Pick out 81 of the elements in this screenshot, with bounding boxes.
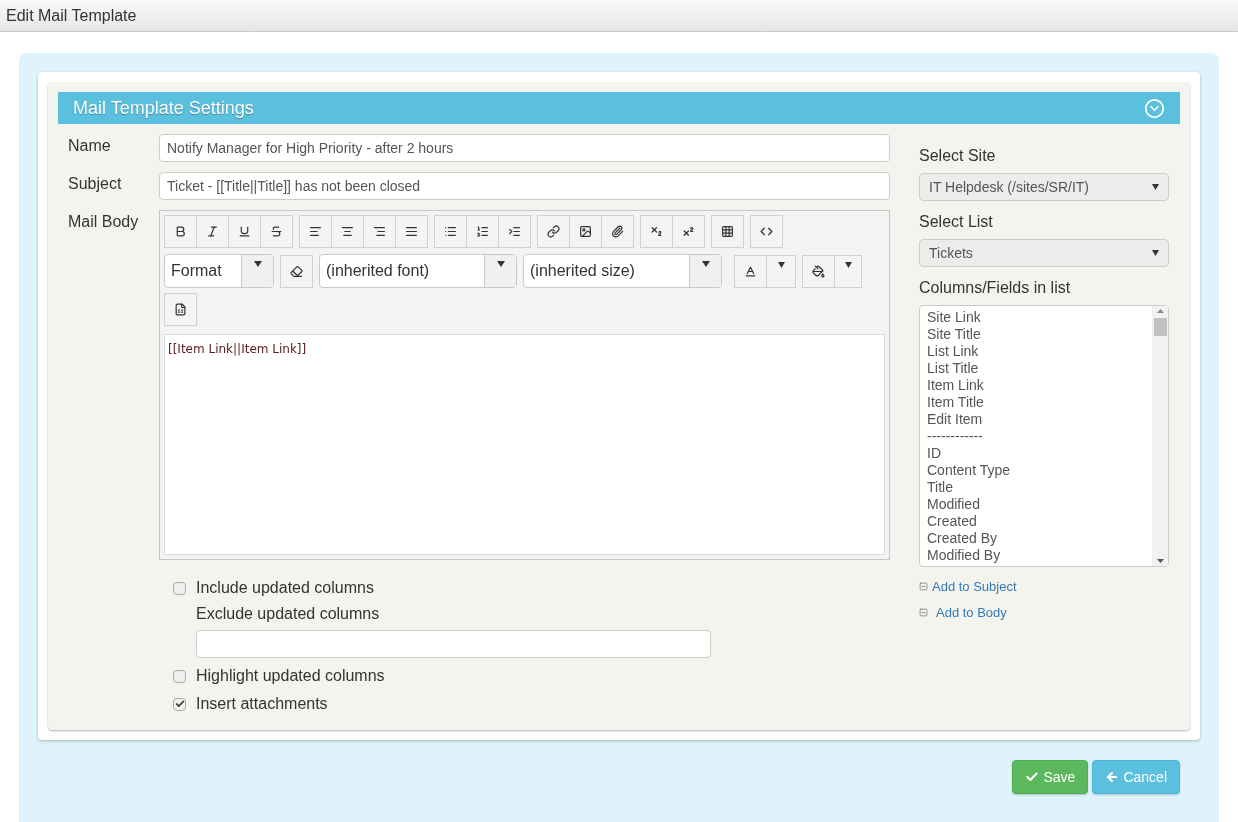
list-option[interactable]: Item Title <box>927 394 1152 411</box>
caret-icon <box>1152 184 1159 190</box>
field-label: Mail Body <box>68 212 140 232</box>
font-dropdown[interactable]: (inherited font) <box>319 254 517 288</box>
list-option[interactable]: Title <box>927 479 1152 496</box>
text-field[interactable] <box>196 630 711 658</box>
text-color-icon[interactable] <box>734 254 767 288</box>
text-color-dropdown[interactable] <box>766 254 796 288</box>
checkbox[interactable] <box>173 581 186 595</box>
list-option[interactable]: Site Title <box>927 326 1152 343</box>
list-option[interactable]: List Title <box>927 360 1152 377</box>
align-right-icon[interactable] <box>363 215 396 248</box>
checkbox-label: Highlight updated columns <box>196 666 385 686</box>
caret-icon <box>1152 250 1159 256</box>
checkbox-label: Include updated columns <box>196 578 374 598</box>
list-option[interactable]: ID <box>927 445 1152 462</box>
list-option[interactable]: Modified <box>927 496 1152 513</box>
strikethrough-icon[interactable] <box>260 215 293 248</box>
body-text: [[Item Link||Item Link]] <box>168 342 307 356</box>
field-label: Select Site <box>919 146 997 166</box>
list-option[interactable]: Content Type <box>927 462 1152 479</box>
list-option[interactable]: List Link <box>927 343 1152 360</box>
check-icon <box>1025 770 1040 784</box>
paint-bucket-icon[interactable] <box>802 254 835 288</box>
checkbox-label: Insert attachments <box>196 694 328 714</box>
bullet-list-icon[interactable] <box>434 215 467 248</box>
editor-body[interactable]: [[Item Link||Item Link]] <box>164 334 885 555</box>
spreadsheet-icon[interactable] <box>164 293 197 326</box>
numbered-list-icon[interactable] <box>466 215 499 248</box>
highlight-color-dropdown[interactable] <box>834 254 862 288</box>
site-select[interactable]: IT Helpdesk (/sites/SR/IT) <box>919 173 1169 201</box>
page-title: Edit Mail Template <box>6 5 137 26</box>
minus-square-icon <box>919 582 928 592</box>
list-option[interactable]: Created <box>927 513 1152 530</box>
caret-icon <box>496 261 505 267</box>
table-icon[interactable] <box>711 215 744 248</box>
scroll-thumb[interactable] <box>1153 318 1167 336</box>
caret-icon <box>844 261 852 268</box>
minus-square-icon <box>919 607 928 617</box>
scrollbar[interactable] <box>1152 306 1168 566</box>
add-link[interactable]: Add to Subject <box>932 577 1017 597</box>
format-dropdown[interactable]: Format <box>164 254 274 288</box>
scroll-down-arrow-icon[interactable] <box>1156 559 1164 563</box>
indent-icon[interactable] <box>498 215 531 248</box>
eraser-icon[interactable] <box>280 254 313 288</box>
superscript-icon[interactable] <box>672 215 705 248</box>
italic-icon[interactable] <box>196 215 229 248</box>
paperclip-icon[interactable] <box>601 215 634 248</box>
link-icon[interactable] <box>537 215 570 248</box>
panel-title: Mail Template Settings <box>73 96 254 120</box>
align-center-icon[interactable] <box>331 215 364 248</box>
align-justify-icon[interactable] <box>395 215 428 248</box>
list-option[interactable]: Modified By <box>927 547 1152 564</box>
list-option[interactable]: Site Link <box>927 309 1152 326</box>
align-left-icon[interactable] <box>299 215 332 248</box>
field-label: Exclude updated columns <box>196 604 381 624</box>
list-option[interactable]: ------------ <box>927 428 1152 445</box>
caret-icon <box>701 261 710 267</box>
checkbox[interactable] <box>173 669 186 683</box>
caret-icon <box>253 261 262 267</box>
field-label: Columns/Fields in list <box>919 278 1072 298</box>
list-select[interactable]: Tickets <box>919 239 1169 267</box>
bold-icon[interactable] <box>164 215 197 248</box>
size-dropdown[interactable]: (inherited size) <box>523 254 722 288</box>
field-label: Name <box>68 136 112 156</box>
field-label: Select List <box>919 212 994 232</box>
text-field[interactable]: Ticket - [[Title||Title]] has not been closed <box>159 172 890 200</box>
list-option[interactable]: Edit Item <box>927 411 1152 428</box>
list-option[interactable]: Item Link <box>927 377 1152 394</box>
text-field[interactable]: Notify Manager for High Priority - after 2 hours <box>159 134 890 162</box>
list-option[interactable]: Created By <box>927 530 1152 547</box>
code-icon[interactable] <box>750 215 783 248</box>
checkbox[interactable] <box>173 697 186 711</box>
caret-icon <box>777 261 785 268</box>
underline-icon[interactable] <box>228 215 261 248</box>
arrow-left-icon <box>1105 770 1120 784</box>
image-icon[interactable] <box>569 215 602 248</box>
field-label: Subject <box>68 174 123 194</box>
subscript-icon[interactable] <box>640 215 673 248</box>
scroll-up-arrow-icon[interactable] <box>1156 309 1164 313</box>
add-link[interactable]: Add to Body <box>936 602 1007 622</box>
